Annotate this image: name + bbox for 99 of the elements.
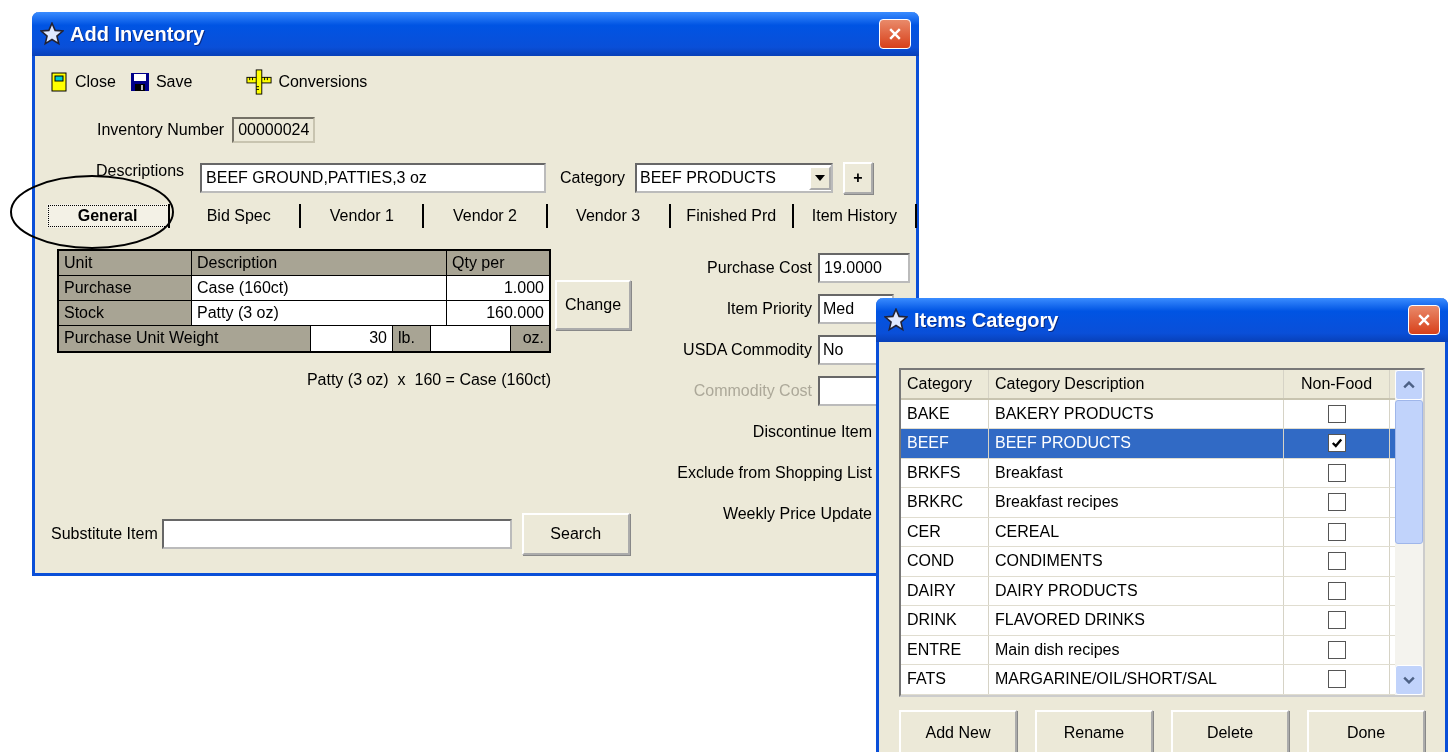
- scrollbar[interactable]: [1395, 370, 1423, 695]
- table-cell: BEEF PRODUCTS: [989, 429, 1284, 458]
- star-icon: [884, 308, 908, 332]
- checkbox-label: Weekly Price Update: [722, 505, 872, 523]
- close-icon: [887, 26, 903, 42]
- checkmark-icon: [1330, 437, 1343, 450]
- star-icon: [40, 22, 64, 46]
- checkbox[interactable]: [1327, 493, 1346, 512]
- checkbox[interactable]: [1327, 463, 1346, 482]
- checkbox[interactable]: [1327, 404, 1346, 423]
- change-button[interactable]: Change: [555, 280, 632, 330]
- substitute-item-field[interactable]: [161, 519, 512, 549]
- row-header: Purchase: [59, 276, 192, 301]
- table-cell[interactable]: Case (160ct): [192, 276, 447, 301]
- table-cell[interactable]: Patty (3 oz): [192, 301, 447, 326]
- column-header[interactable]: Category Description: [989, 370, 1284, 398]
- table-cell: BRKRC: [901, 488, 989, 517]
- tab[interactable]: General: [47, 204, 171, 228]
- door-icon: [49, 72, 69, 92]
- toolbar-button[interactable]: Close: [49, 70, 116, 94]
- table-cell: COND: [901, 547, 989, 576]
- tab[interactable]: Item History: [793, 204, 917, 228]
- add-category-button[interactable]: +: [842, 162, 873, 194]
- list-row[interactable]: DRINK FLAVORED DRINKS: [901, 606, 1395, 636]
- close-icon: [1416, 312, 1432, 328]
- tab[interactable]: Finished Prd: [670, 204, 794, 228]
- table-cell: CONDIMENTS: [989, 547, 1284, 576]
- description-field[interactable]: BEEF GROUND,PATTIES,3 oz: [200, 163, 547, 193]
- checkbox[interactable]: [1327, 611, 1346, 630]
- checkbox[interactable]: [1327, 670, 1346, 689]
- table-cell: BRKFS: [901, 458, 989, 487]
- table-cell: BAKERY PRODUCTS: [989, 399, 1284, 428]
- table-cell: CEREAL: [989, 517, 1284, 546]
- field-label: Descriptions: [96, 162, 185, 180]
- list-row[interactable]: CER CEREAL: [901, 517, 1395, 547]
- field-label: Substitute Item: [51, 525, 158, 543]
- list-row[interactable]: ENTRE Main dish recipes: [901, 635, 1395, 665]
- table-cell: BAKE: [901, 399, 989, 428]
- table-cell: BEEF: [901, 429, 989, 458]
- checkbox[interactable]: [1327, 581, 1346, 600]
- table-cell: ENTRE: [901, 635, 989, 664]
- list-row[interactable]: FATS MARGARINE/OIL/SHORT/SAL: [901, 665, 1395, 695]
- close-button[interactable]: [879, 19, 911, 49]
- list-row[interactable]: COND CONDIMENTS: [901, 547, 1395, 577]
- table-cell[interactable]: 160.000: [447, 301, 549, 326]
- inventory-number-field: 00000024: [232, 117, 316, 143]
- dialog-button[interactable]: Rename: [1035, 709, 1153, 752]
- close-button[interactable]: [1408, 305, 1440, 335]
- field-label: Item Priority: [726, 300, 812, 318]
- conversion-formula: Patty (3 oz) x 160 = Case (160ct): [306, 371, 551, 389]
- table-cell: MARGARINE/OIL/SHORT/SAL: [989, 665, 1284, 694]
- checkbox-label: Exclude from Shopping List: [677, 464, 872, 482]
- ruler-icon: [246, 69, 273, 95]
- table-cell: DAIRY: [901, 576, 989, 605]
- tab[interactable]: Bid Spec: [178, 204, 302, 228]
- category-dropdown[interactable]: BEEF PRODUCTS: [634, 163, 833, 193]
- field-label: Category: [560, 169, 625, 187]
- table-cell: FLAVORED DRINKS: [989, 606, 1284, 635]
- tab[interactable]: Vendor 2: [424, 204, 548, 228]
- column-header[interactable]: Non-Food: [1284, 370, 1390, 398]
- table-cell: Breakfast recipes: [989, 488, 1284, 517]
- tab[interactable]: Vendor 1: [301, 204, 425, 228]
- caret-icon: [814, 175, 825, 181]
- list-row[interactable]: BEEF BEEF PRODUCTS: [901, 429, 1395, 459]
- window-title: Items Category: [914, 308, 1060, 332]
- toolbar-button[interactable]: Conversions: [246, 67, 368, 97]
- field-label: Inventory Number: [97, 121, 225, 139]
- table-cell: Main dish recipes: [989, 635, 1284, 664]
- table-cell: DAIRY PRODUCTS: [989, 576, 1284, 605]
- field-label: Purchase Cost: [707, 259, 812, 277]
- checkbox[interactable]: [1327, 522, 1346, 541]
- table-cell: CER: [901, 517, 989, 546]
- checkbox[interactable]: [1327, 640, 1346, 659]
- row-header: Stock: [59, 301, 192, 326]
- window-title: Add Inventory: [70, 22, 206, 46]
- weight-field[interactable]: [431, 326, 511, 351]
- checkbox-label: Discontinue Item: [752, 423, 872, 441]
- checkbox[interactable]: [1327, 434, 1346, 453]
- tab[interactable]: Vendor 3: [547, 204, 671, 228]
- table-cell: FATS: [901, 665, 989, 694]
- toolbar-button[interactable]: Save: [129, 70, 193, 94]
- table-cell[interactable]: 1.000: [447, 276, 549, 301]
- table-cell: Breakfast: [989, 458, 1284, 487]
- column-header[interactable]: Category: [901, 370, 989, 398]
- list-row[interactable]: DAIRY DAIRY PRODUCTS: [901, 576, 1395, 606]
- table-cell: DRINK: [901, 606, 989, 635]
- purchase-cost-field[interactable]: 19.0000: [818, 253, 910, 283]
- field-label: USDA Commodity: [683, 341, 812, 359]
- dialog-button[interactable]: Delete: [1171, 709, 1289, 752]
- dialog-button[interactable]: Add New: [899, 709, 1017, 752]
- column-header: Unit: [59, 251, 192, 276]
- weight-field[interactable]: 30: [311, 326, 393, 351]
- checkbox[interactable]: [1327, 552, 1346, 571]
- field-label: Commodity Cost: [693, 382, 812, 400]
- column-header: Description: [192, 251, 447, 276]
- search-button[interactable]: Search: [521, 513, 630, 555]
- list-row[interactable]: BRKFS Breakfast: [901, 458, 1395, 488]
- list-row[interactable]: BRKRC Breakfast recipes: [901, 488, 1395, 518]
- dialog-button[interactable]: Done: [1307, 709, 1425, 752]
